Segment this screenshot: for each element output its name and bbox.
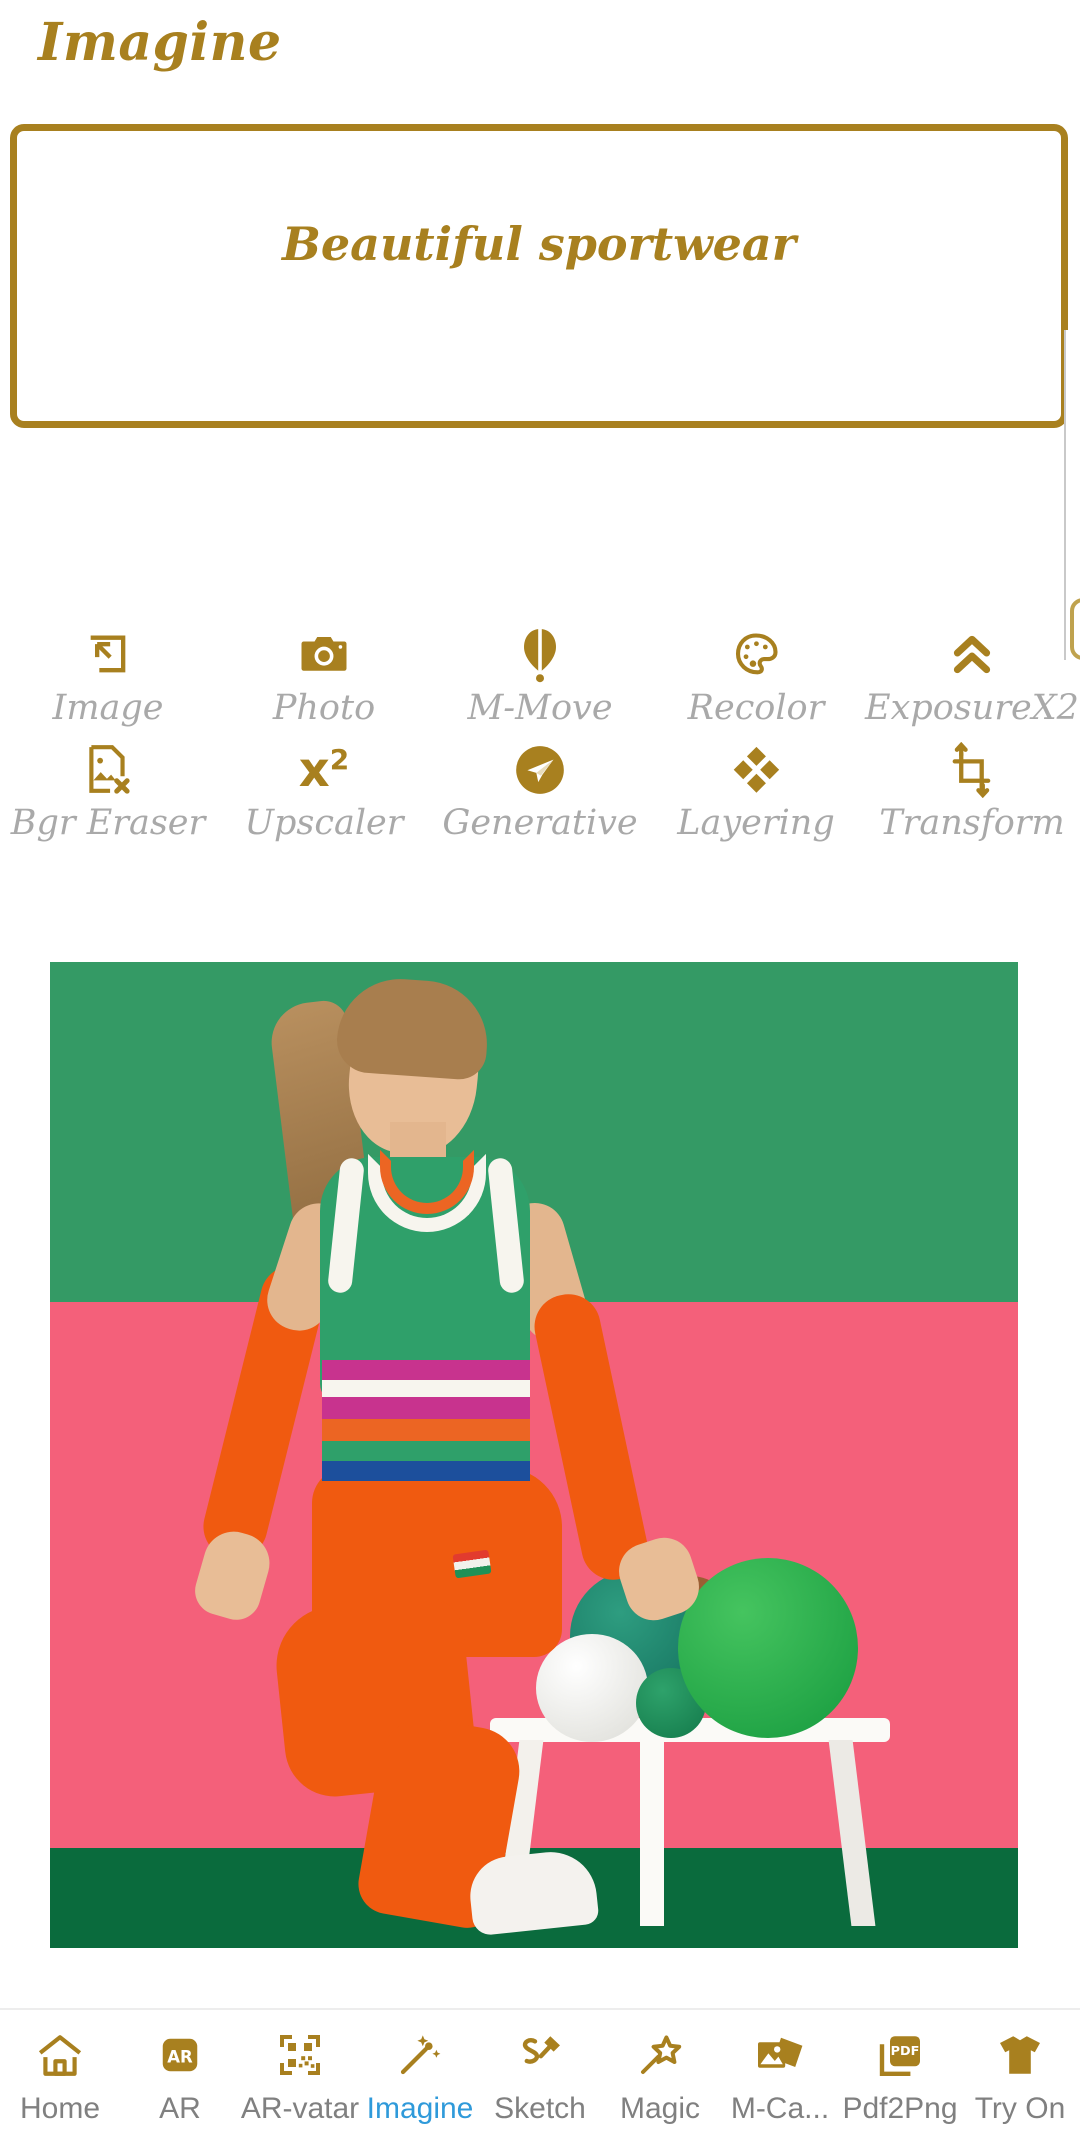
ar-badge-icon: AR (156, 2026, 204, 2084)
four-diamonds-icon (730, 741, 782, 799)
top-stripe (322, 1397, 530, 1419)
nav-label: M-Ca... (730, 2092, 830, 2125)
nav-label: Try On (974, 2092, 1066, 2125)
tool-m-move[interactable]: M-Move (432, 626, 648, 741)
house-icon (35, 2026, 85, 2084)
paper-plane-circle-icon (514, 741, 566, 799)
tool-image[interactable]: Image (0, 626, 216, 741)
prompt-input[interactable]: Beautiful sportwear (10, 124, 1068, 428)
nav-item-magic[interactable]: Magic (600, 2010, 720, 2126)
tool-label: Layering (677, 803, 835, 843)
nav-label: Pdf2Png (842, 2092, 958, 2125)
nav-item-home[interactable]: Home (0, 2010, 120, 2126)
tshirt-icon (995, 2026, 1045, 2084)
nav-label: Home (19, 2092, 101, 2125)
svg-text:PDF: PDF (891, 2044, 920, 2059)
crop-transform-icon (946, 741, 998, 799)
tool-upscaler[interactable]: x2 Upscaler (216, 741, 432, 856)
magic-wand-sparkle-icon (396, 2026, 444, 2084)
camera-icon (297, 626, 351, 684)
nav-label: AR (159, 2092, 201, 2125)
nav-label: AR-vatar (240, 2092, 360, 2125)
tool-row-1: Image Photo M-Move Recolor ExposureX2 (0, 626, 1080, 741)
tool-transform[interactable]: Transform (864, 741, 1080, 856)
tool-recolor[interactable]: Recolor (648, 626, 864, 741)
x-squared-icon: x2 (299, 741, 349, 799)
bottom-nav: Home AR AR AR-vatar Imagine Sketch Magic… (0, 2008, 1080, 2153)
nav-item-ar-vatar[interactable]: AR-vatar (240, 2010, 360, 2126)
ball-green (678, 1558, 858, 1738)
pdf-file-icon: PDF (876, 2026, 924, 2084)
balloon-icon (516, 626, 564, 684)
nav-label: Imagine (366, 2092, 474, 2125)
generated-image[interactable] (50, 962, 1018, 1948)
pants-flag-patch (452, 1549, 492, 1579)
nav-item-imagine[interactable]: Imagine (360, 2010, 480, 2126)
document-image-remove-icon (83, 741, 133, 799)
svg-text:AR: AR (167, 2048, 193, 2067)
tool-label: Image (52, 688, 164, 728)
tool-photo[interactable]: Photo (216, 626, 432, 741)
nav-label: Magic (619, 2092, 701, 2125)
tool-bgr-eraser[interactable]: Bgr Eraser (0, 741, 216, 856)
tool-label: Bgr Eraser (10, 803, 206, 843)
tool-row-2: Bgr Eraser x2 Upscaler Generative Layeri… (0, 741, 1080, 856)
tool-label: Recolor (687, 688, 825, 728)
top-stripe (322, 1419, 530, 1441)
ball-white (536, 1634, 648, 1742)
image-import-icon (82, 626, 134, 684)
stool-leg (640, 1740, 664, 1926)
prompt-text-value: Beautiful sportwear (282, 217, 796, 271)
photos-stack-icon (754, 2026, 806, 2084)
tool-label: ExposureX2 (865, 688, 1079, 728)
tool-exposurex2[interactable]: ExposureX2 (864, 626, 1080, 741)
palette-icon (729, 626, 783, 684)
tool-label: Upscaler (244, 803, 404, 843)
qr-code-icon (276, 2026, 324, 2084)
top-stripe (322, 1360, 530, 1380)
nav-item-ar[interactable]: AR AR (120, 2010, 240, 2126)
double-chevron-up-icon (947, 626, 997, 684)
tool-label: Generative (442, 803, 638, 843)
tool-label: M-Move (467, 688, 613, 728)
pencil-sketch-icon (516, 2026, 564, 2084)
nav-item-m-camera[interactable]: M-Ca... (720, 2010, 840, 2126)
x-squared-glyph: x2 (298, 742, 350, 798)
tool-label: Photo (272, 688, 376, 728)
tool-layering[interactable]: Layering (648, 741, 864, 856)
tool-label: Transform (879, 803, 1065, 843)
nav-item-pdf2png[interactable]: PDF Pdf2Png (840, 2010, 960, 2126)
tool-grid: Image Photo M-Move Recolor ExposureX2 Bg… (0, 626, 1080, 856)
top-stripe (322, 1461, 530, 1481)
nav-label: Sketch (494, 2092, 586, 2125)
app-root: Imagine Beautiful sportwear Image Photo … (0, 0, 1080, 2153)
top-stripe (322, 1380, 530, 1397)
nav-item-try-on[interactable]: Try On (960, 2010, 1080, 2126)
page-title: Imagine (38, 12, 282, 73)
top-stripe (322, 1441, 530, 1461)
star-wand-icon (636, 2026, 684, 2084)
nav-item-sketch[interactable]: Sketch (480, 2010, 600, 2126)
tool-generative[interactable]: Generative (432, 741, 648, 856)
